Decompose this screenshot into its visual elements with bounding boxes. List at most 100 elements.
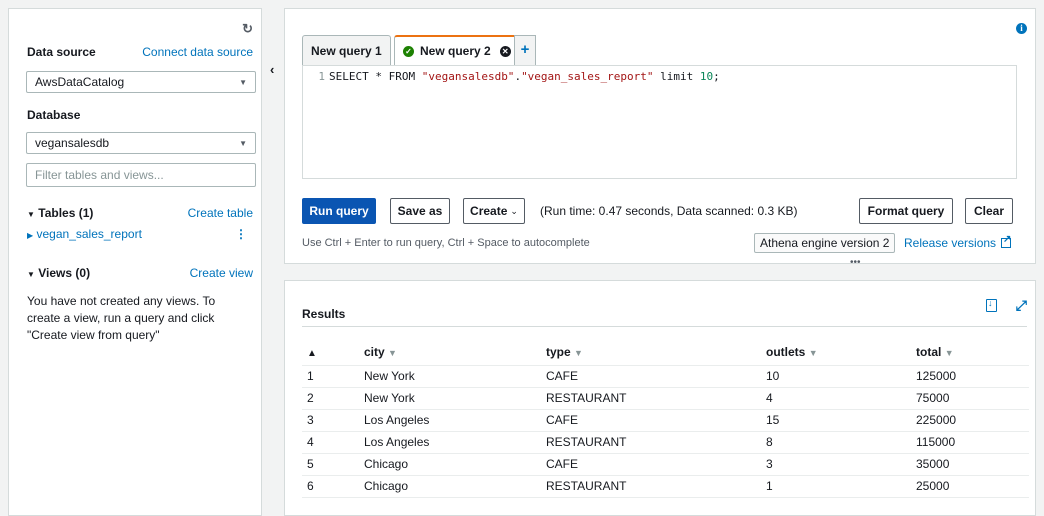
cell: New York [364,387,546,410]
results-panel: Results ⤢ ▲ city ▼ type ▼ outlets ▼ tota… [284,280,1036,516]
cell: New York [364,365,546,388]
sort-icon: ▼ [388,347,397,358]
create-table-link[interactable]: Create table [188,206,253,220]
cell: Chicago [364,475,546,498]
tables-toggle[interactable]: ▼ Tables (1) [27,206,93,220]
caret-down-icon: ▼ [27,270,35,279]
keyboard-hint: Use Ctrl + Enter to run query, Ctrl + Sp… [302,237,590,249]
collapse-sidebar-icon[interactable]: ‹ [270,62,274,77]
cell: 3 [766,453,916,476]
filter-tables-input[interactable] [26,163,256,187]
column-header-outlets[interactable]: outlets ▼ [766,339,916,366]
table-row: 5 Chicago CAFE 3 35000 [302,453,1029,476]
cell: CAFE [546,453,766,476]
query-database: "vegansalesdb" [421,70,515,83]
table-row: 6 Chicago RESTAURANT 1 25000 [302,475,1029,498]
table-row: 3 Los Angeles CAFE 15 225000 [302,409,1029,432]
line-number: 1 [318,70,325,83]
tables-header: ▼ Tables (1) Create table [27,206,253,220]
sort-icon: ▼ [574,347,583,358]
data-source-label: Data source [27,45,96,59]
tab-label: New query 1 [311,43,382,58]
results-title: Results [302,307,346,321]
column-header-type[interactable]: type ▼ [546,339,766,366]
database-select[interactable]: vegansalesdb ▼ [26,132,256,154]
add-tab-button[interactable]: + [514,35,536,65]
clear-button[interactable]: Clear [965,198,1013,224]
database-value: vegansalesdb [35,136,110,150]
sort-icon: ▼ [944,347,954,358]
database-row: Database [27,108,253,122]
table-row: 2 New York RESTAURANT 4 75000 [302,387,1029,410]
results-table: ▲ city ▼ type ▼ outlets ▼ total ▼ 1 New … [302,339,1029,498]
sidebar: ↻ Data source Connect data source AwsDat… [8,8,262,516]
run-info: (Run time: 0.47 seconds, Data scanned: 0… [540,204,798,218]
cell: 15 [766,409,916,432]
tab-label: New query 2 [420,44,491,58]
table-name: vegan_sales_report [36,227,142,241]
table-item[interactable]: ▶ vegan_sales_report ⋮ [27,227,253,241]
cell: 4 [766,387,916,410]
cell: RESTAURANT [546,387,766,410]
tab-new-query-2[interactable]: ✓ New query 2 ✕ [394,35,520,65]
create-button[interactable]: Create ⌄ [463,198,525,224]
tables-label: Tables (1) [38,206,94,220]
cell: RESTAURANT [546,475,766,498]
sort-icon: ▼ [808,347,818,358]
external-link-icon [1001,234,1011,248]
tab-new-query-1[interactable]: New query 1 [302,35,391,65]
row-index-header[interactable]: ▲ [302,339,364,366]
query-editor-panel: i New query 1 ✓ New query 2 ✕ + 1 SELECT … [284,8,1036,264]
cell: 1 [766,475,916,498]
column-header-city[interactable]: city ▼ [364,339,546,366]
expand-icon[interactable]: ⤢ [1016,297,1027,314]
save-as-button[interactable]: Save as [390,198,450,224]
chevron-down-icon: ⌄ [510,205,518,216]
cell: 25000 [916,475,1029,498]
database-label: Database [27,108,81,122]
column-label: outlets [766,344,806,359]
download-icon[interactable] [986,298,997,312]
resize-handle-icon[interactable]: ••• [850,257,861,268]
connect-data-source-link[interactable]: Connect data source [142,45,253,59]
run-query-button[interactable]: Run query [302,198,376,224]
data-source-select[interactable]: AwsDataCatalog ▼ [26,71,256,93]
cell: 8 [766,431,916,454]
check-icon: ✓ [403,45,414,57]
query-editor[interactable]: 1 SELECT * FROM "vegansalesdb"."vegan_sal… [302,65,1017,179]
engine-version-badge: Athena engine version 2 [754,233,896,253]
divider [302,326,1027,327]
cell: CAFE [546,409,766,432]
cell: Chicago [364,453,546,476]
release-versions-label: Release versions [904,236,997,250]
more-options-icon[interactable]: ⋮ [235,227,247,241]
caret-down-icon: ▼ [27,210,35,219]
sort-asc-icon: ▲ [307,347,317,359]
views-header: ▼ Views (0) Create view [27,266,253,280]
release-versions-link[interactable]: Release versions [904,234,1011,250]
data-source-value: AwsDataCatalog [35,75,125,89]
cell: CAFE [546,365,766,388]
format-query-button[interactable]: Format query [859,198,953,224]
cell: RESTAURANT [546,431,766,454]
refresh-icon[interactable]: ↻ [242,21,253,37]
views-label: Views (0) [38,266,91,280]
cell: 1 [302,365,364,388]
cell: Los Angeles [364,431,546,454]
views-toggle[interactable]: ▼ Views (0) [27,266,90,280]
data-source-row: Data source Connect data source [27,45,253,59]
info-icon[interactable]: i [1016,23,1027,34]
chevron-down-icon: ▼ [239,138,247,148]
cell: 6 [302,475,364,498]
query-table: "vegan_sales_report" [521,70,654,83]
column-header-total[interactable]: total ▼ [916,339,1029,366]
cell: 125000 [916,365,1029,388]
cell: 4 [302,431,364,454]
create-view-link[interactable]: Create view [190,266,253,280]
create-button-label: Create [470,204,508,218]
caret-right-icon: ▶ [27,231,34,240]
chevron-down-icon: ▼ [239,77,247,87]
close-icon[interactable]: ✕ [499,45,511,57]
table-item-label: ▶ vegan_sales_report [27,227,142,241]
query-end: ; [713,70,720,83]
